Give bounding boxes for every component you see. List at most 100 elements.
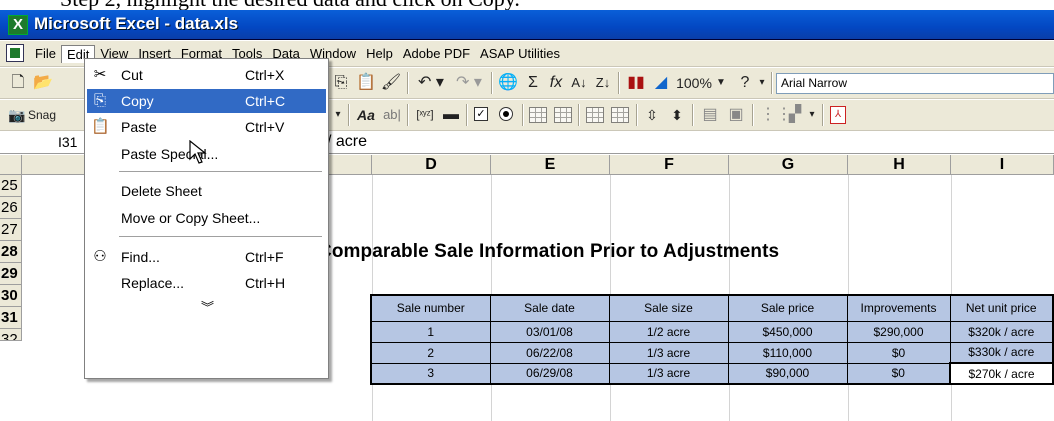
menu-item-copy[interactable]: ⎘ Copy Ctrl+C xyxy=(87,89,326,113)
combo-list-edit-icon[interactable] xyxy=(586,107,604,123)
table-cell[interactable]: 3 xyxy=(370,362,491,385)
excel-icon[interactable]: X xyxy=(8,15,28,35)
column-heading[interactable]: Sale date xyxy=(489,294,610,322)
paste-toolbar-icon[interactable]: 📋 xyxy=(355,73,377,93)
table-cell[interactable]: $450,000 xyxy=(727,320,848,343)
row-header-26[interactable]: 26 xyxy=(0,197,22,219)
open-icon[interactable]: 📂 xyxy=(32,73,54,93)
option-button-icon[interactable] xyxy=(499,107,513,121)
column-header-h[interactable]: H xyxy=(848,155,951,175)
help-icon[interactable]: ? xyxy=(735,73,755,93)
table-cell[interactable]: 1 xyxy=(370,320,491,343)
run-dialog-icon[interactable]: ▞ xyxy=(785,105,805,125)
label-control-icon[interactable]: Aa xyxy=(355,105,377,125)
column-header-i[interactable]: I xyxy=(951,155,1054,175)
column-heading[interactable]: Improvements xyxy=(846,294,951,322)
row-header-28[interactable]: 28 xyxy=(0,241,22,263)
snagit-label[interactable]: Snag xyxy=(28,105,58,125)
undo-icon[interactable]: ↶ ▾ xyxy=(414,73,448,93)
zoom-value[interactable]: 100% xyxy=(674,73,714,93)
hyperlink-icon[interactable]: 🌐 xyxy=(497,73,519,93)
combo-dropdown-edit-icon[interactable] xyxy=(611,107,629,123)
row-header-29[interactable]: 29 xyxy=(0,263,22,285)
group-box-icon[interactable]: [ˣʸᶻ] xyxy=(414,105,436,125)
checkbox-control-icon[interactable]: ✓ xyxy=(474,107,488,121)
select-all-corner[interactable] xyxy=(0,155,22,175)
function-icon[interactable]: fx xyxy=(546,73,566,93)
edit-box-icon[interactable]: ab| xyxy=(381,105,403,125)
drawing-icon[interactable]: ◢ xyxy=(650,73,672,93)
toggle-grid-icon[interactable]: ⋮⋮ xyxy=(760,105,792,125)
menu-item-move-copy-sheet[interactable]: Move or Copy Sheet... xyxy=(87,206,326,230)
row-header-30[interactable]: 30 xyxy=(0,285,22,307)
copy-toolbar-icon[interactable]: ⎘ xyxy=(330,73,352,93)
row-header-25[interactable]: 25 xyxy=(0,175,22,197)
list-box-icon[interactable] xyxy=(529,107,547,123)
table-cell[interactable]: 2 xyxy=(370,341,491,364)
column-heading[interactable]: Sale price xyxy=(727,294,848,322)
row-header-32[interactable]: 32 xyxy=(0,329,22,341)
table-cell[interactable]: $110,000 xyxy=(727,341,848,364)
spinner-icon[interactable]: ⬍ xyxy=(668,105,686,125)
table-cell[interactable]: 03/01/08 xyxy=(489,320,610,343)
redo-icon[interactable]: ↷ ▾ xyxy=(452,73,486,93)
expand-chevron-icon[interactable]: ︾ xyxy=(85,297,330,316)
menu-file[interactable]: File xyxy=(30,45,61,63)
table-cell[interactable]: $90,000 xyxy=(727,362,848,385)
edit-code-icon[interactable]: ▣ xyxy=(726,105,746,125)
table-cell[interactable]: 1/3 acre xyxy=(608,362,729,385)
paste-icon: 📋 xyxy=(91,118,110,135)
comparable-sales-table[interactable]: Sale number Sale date Sale size Sale pri… xyxy=(370,294,1054,385)
column-header-g[interactable]: G xyxy=(729,155,848,175)
font-combo[interactable]: Arial Narrow xyxy=(776,73,1054,94)
scroll-bar-icon[interactable]: ⇳ xyxy=(643,105,661,125)
mouse-cursor-icon xyxy=(189,140,207,164)
toolbar-options-icon[interactable]: ▾ xyxy=(756,73,768,93)
table-cell[interactable]: 1/3 acre xyxy=(608,341,729,364)
table-row: 2 06/22/08 1/3 acre $110,000 $0 $330k / … xyxy=(370,341,1054,364)
row-header-31[interactable]: 31 xyxy=(0,307,22,329)
table-cell[interactable]: $320k / acre xyxy=(949,320,1054,343)
column-header-d[interactable]: D xyxy=(372,155,491,175)
column-heading[interactable]: Sale number xyxy=(370,294,491,322)
camera-icon[interactable]: 📷 xyxy=(8,105,26,125)
sort-descending-icon[interactable]: Z↓ xyxy=(593,73,613,93)
column-heading[interactable]: Net unit price xyxy=(949,294,1054,322)
table-cell[interactable]: $290,000 xyxy=(846,320,951,343)
formula-input[interactable]: / acre xyxy=(327,133,367,151)
table-cell[interactable]: $0 xyxy=(846,341,951,364)
table-cell[interactable]: 06/29/08 xyxy=(489,362,610,385)
zoom-dropdown-icon[interactable]: ▼ xyxy=(714,73,728,93)
combo-box-icon[interactable] xyxy=(554,107,572,123)
column-header-f[interactable]: F xyxy=(610,155,729,175)
control-properties-icon[interactable]: ▤ xyxy=(700,105,720,125)
menu-item-cut[interactable]: ✂ Cut Ctrl+X xyxy=(87,63,326,87)
autosum-icon[interactable]: Σ xyxy=(524,73,542,93)
sort-ascending-icon[interactable]: A↓ xyxy=(569,73,589,93)
copy-icon: ⎘ xyxy=(93,92,106,109)
new-icon[interactable]: 🗋 xyxy=(8,73,28,93)
chart-wizard-icon[interactable]: ▮▮ xyxy=(625,73,647,93)
table-cell[interactable]: 1/2 acre xyxy=(608,320,729,343)
format-painter-icon[interactable]: 🖌 xyxy=(380,73,402,93)
menu-item-find[interactable]: ⚇ Find... Ctrl+F xyxy=(87,245,326,269)
menu-item-paste[interactable]: 📋 Paste Ctrl+V xyxy=(87,115,326,139)
row-header-27[interactable]: 27 xyxy=(0,219,22,241)
table-cell[interactable]: $0 xyxy=(846,362,951,385)
active-cell[interactable]: $270k / acre xyxy=(949,362,1054,385)
menu-item-delete-sheet[interactable]: Delete Sheet xyxy=(87,179,326,203)
menu-asap-utilities[interactable]: ASAP Utilities xyxy=(475,45,565,63)
menu-help[interactable]: Help xyxy=(361,45,398,63)
menu-item-replace[interactable]: Replace... Ctrl+H xyxy=(87,271,326,295)
table-cell[interactable]: 06/22/08 xyxy=(489,341,610,364)
document-icon[interactable] xyxy=(6,44,24,62)
button-control-icon[interactable]: ▬ xyxy=(440,105,462,125)
column-header-e[interactable]: E xyxy=(491,155,610,175)
column-heading[interactable]: Sale size xyxy=(608,294,729,322)
edit-menu-dropdown: ✂ Cut Ctrl+X ⎘ Copy Ctrl+C 📋 Paste Ctrl+… xyxy=(84,58,329,379)
pdf-icon[interactable]: ⅄ xyxy=(830,106,846,124)
dropdown-arrow-icon[interactable]: ▾ xyxy=(331,105,345,125)
menu-adobe-pdf[interactable]: Adobe PDF xyxy=(398,45,475,63)
table-cell[interactable]: $330k / acre xyxy=(949,341,1054,364)
toolbar-options-icon[interactable]: ▾ xyxy=(806,105,818,125)
